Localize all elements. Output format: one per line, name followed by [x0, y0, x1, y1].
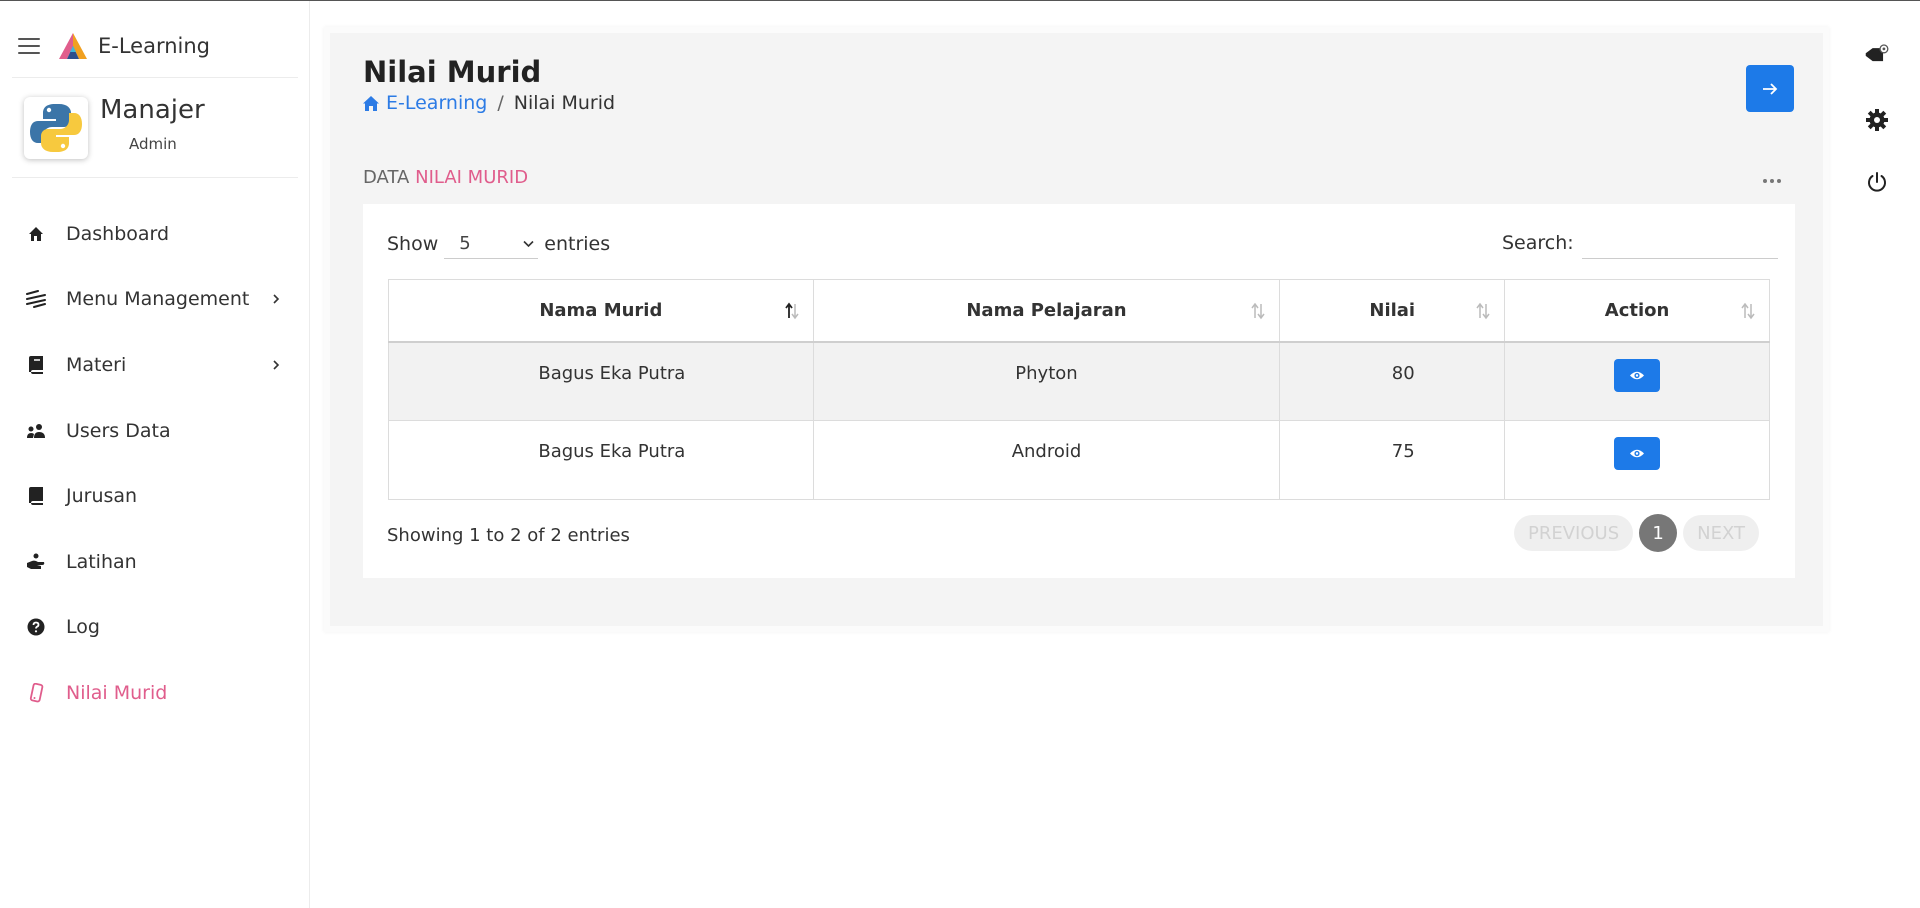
view-button[interactable] — [1614, 437, 1661, 470]
section-title: DATA NILAI MURID — [363, 167, 528, 188]
sidebar-item-materi[interactable]: Materi — [0, 332, 310, 398]
eye-icon — [1630, 371, 1645, 379]
arrow-right-icon — [1763, 82, 1778, 95]
previous-page-button[interactable]: PREVIOUS — [1514, 515, 1634, 551]
cell-nilai: 80 — [1279, 341, 1506, 421]
chevron-right-icon — [273, 360, 280, 370]
pagination: PREVIOUS 1 NEXT — [1514, 514, 1759, 552]
chevron-right-icon — [273, 294, 280, 304]
divider — [12, 177, 298, 178]
breadcrumb: E-Learning / Nilai Murid — [362, 92, 615, 114]
show-label: Show — [387, 233, 439, 255]
brand: E-Learning — [18, 31, 210, 61]
sidebar-item-dashboard[interactable]: Dashboard — [0, 201, 310, 267]
sort-ascending-icon — [784, 302, 799, 320]
sort-icon — [1741, 302, 1755, 320]
section-title-prefix: DATA — [363, 167, 410, 188]
column-header-label: Nama Murid — [539, 299, 663, 321]
column-header-label: Nama Pelajaran — [966, 299, 1127, 321]
hamburger-menu-icon[interactable] — [18, 38, 40, 54]
cell-nama-murid: Bagus Eka Putra — [388, 341, 814, 421]
sidebar: E-Learning Manajer Admin Dashboard Menu — [0, 1, 310, 908]
sidebar-item-label: Log — [66, 616, 100, 639]
sidebar-item-label: Latihan — [66, 550, 137, 573]
divider — [12, 77, 298, 78]
sort-icon — [1476, 302, 1490, 320]
users-icon — [26, 421, 46, 441]
column-header-nama-murid[interactable]: Nama Murid — [388, 279, 814, 343]
column-header-label: Action — [1604, 299, 1670, 321]
brand-logo-icon — [59, 33, 87, 59]
search-label: Search: — [1502, 232, 1574, 254]
page-1-button[interactable]: 1 — [1639, 514, 1678, 552]
breadcrumb-separator: / — [497, 92, 504, 114]
table-search: Search: — [1502, 227, 1778, 259]
book-icon — [26, 486, 46, 506]
entries-select-value: 5 — [459, 233, 471, 254]
breadcrumb-home-link[interactable]: E-Learning — [362, 92, 487, 114]
sidebar-item-label: Dashboard — [66, 222, 170, 245]
breadcrumb-current: Nilai Murid — [513, 92, 616, 114]
chevron-down-icon — [523, 240, 534, 248]
sidebar-item-log[interactable]: Log — [0, 595, 310, 661]
tag-icon[interactable] — [1864, 42, 1890, 68]
column-header-action[interactable]: Action — [1504, 279, 1770, 343]
table-row: Bagus Eka Putra Phyton 80 — [388, 341, 1770, 421]
sidebar-item-label: Menu Management — [66, 288, 250, 311]
user-profile: Manajer Admin — [24, 95, 205, 159]
sidebar-item-label: Jurusan — [66, 485, 138, 508]
sidebar-item-label: Nilai Murid — [66, 681, 168, 704]
cell-nama-murid: Bagus Eka Putra — [388, 420, 814, 500]
column-header-nama-pelajaran[interactable]: Nama Pelajaran — [813, 279, 1281, 343]
hand-icon — [26, 552, 46, 572]
python-logo-icon — [30, 104, 82, 152]
sidebar-item-latihan[interactable]: Latihan — [0, 529, 310, 595]
profile-name: Manajer — [100, 95, 205, 125]
table-info: Showing 1 to 2 of 2 entries — [387, 525, 630, 546]
sort-icon — [1251, 302, 1265, 320]
sidebar-item-jurusan[interactable]: Jurusan — [0, 463, 310, 529]
power-icon[interactable] — [1864, 169, 1890, 195]
phone-icon — [26, 682, 46, 703]
sidebar-item-label: Users Data — [66, 419, 171, 442]
breadcrumb-home-label: E-Learning — [386, 92, 488, 114]
cell-nilai: 75 — [1279, 420, 1506, 500]
avatar[interactable] — [24, 97, 88, 159]
cell-action — [1504, 341, 1770, 421]
section-title-accent: NILAI MURID — [415, 167, 529, 188]
more-options-icon[interactable] — [1763, 179, 1781, 183]
nilai-murid-table: Nama Murid Nama Pelajaran Nilai Action B… — [388, 279, 1770, 500]
next-page-button[interactable]: NEXT — [1683, 515, 1759, 551]
eye-icon — [1630, 449, 1645, 458]
entries-label: entries — [544, 233, 611, 255]
profile-role: Admin — [129, 135, 177, 153]
forward-button[interactable] — [1746, 65, 1794, 112]
gear-icon[interactable] — [1864, 107, 1890, 133]
sidebar-item-nilai-murid[interactable]: Nilai Murid — [0, 660, 310, 726]
sidebar-item-users-data[interactable]: Users Data — [0, 398, 310, 464]
search-input[interactable] — [1581, 227, 1778, 259]
brand-name: E-Learning — [98, 34, 211, 58]
cell-action — [1504, 420, 1770, 500]
cell-nama-pelajaran: Phyton — [813, 341, 1281, 421]
sidebar-item-menu-management[interactable]: Menu Management — [0, 267, 310, 333]
question-circle-icon — [26, 617, 46, 637]
column-header-label: Nilai — [1369, 299, 1416, 321]
column-header-nilai[interactable]: Nilai — [1279, 279, 1506, 343]
home-icon — [26, 224, 46, 244]
sidebar-nav: Dashboard Menu Management Materi Users D… — [0, 201, 310, 726]
entries-length-control: Show 5 entries — [387, 229, 610, 259]
home-icon — [363, 95, 379, 111]
table-header-row: Nama Murid Nama Pelajaran Nilai Action — [388, 279, 1770, 343]
sidebar-item-label: Materi — [66, 353, 127, 376]
layers-icon — [26, 289, 46, 309]
cell-nama-pelajaran: Android — [813, 420, 1281, 500]
page-title: Nilai Murid — [363, 55, 542, 89]
entries-select[interactable]: 5 — [444, 229, 539, 259]
view-button[interactable] — [1614, 358, 1661, 392]
table-row: Bagus Eka Putra Android 75 — [388, 420, 1770, 500]
book-icon — [26, 355, 46, 375]
